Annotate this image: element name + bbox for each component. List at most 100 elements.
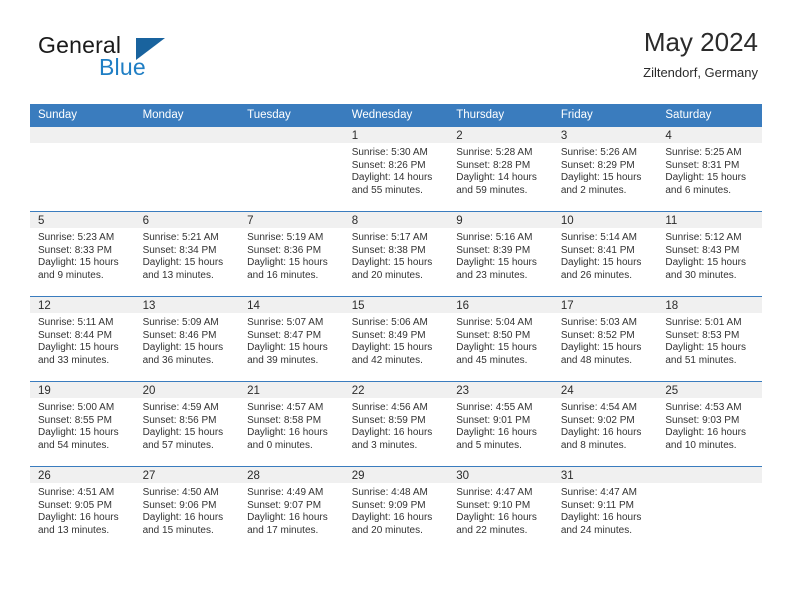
calendar-day-cell[interactable]: 5 Sunrise: 5:23 AM Sunset: 8:33 PM Daylight… xyxy=(30,212,135,296)
daylight-text: Daylight: 15 hours and 26 minutes. xyxy=(560,257,642,281)
sunrise-text: Sunrise: 5:12 AM xyxy=(665,232,742,243)
day-details: Sunrise: 5:25 AM Sunset: 8:31 PM Daylight:… xyxy=(657,143,762,197)
sunset-text: Sunset: 8:26 PM xyxy=(351,159,426,171)
sunrise-text: Sunrise: 5:21 AM xyxy=(142,232,219,243)
daylight-text: Daylight: 16 hours and 5 minutes. xyxy=(456,427,537,451)
calendar-day-cell[interactable]: 7 Sunrise: 5:19 AM Sunset: 8:36 PM Daylight… xyxy=(239,212,344,296)
day-details: Sunrise: 5:01 AM Sunset: 8:53 PM Daylight:… xyxy=(657,313,762,367)
calendar-day-cell[interactable]: 12 Sunrise: 5:11 AM Sunset: 8:44 PM Dayligh… xyxy=(30,297,135,381)
calendar-day-cell[interactable]: 13 Sunrise: 5:09 AM Sunset: 8:46 PM Dayligh… xyxy=(134,297,240,381)
calendar-day-cell[interactable]: 18 Sunrise: 5:01 AM Sunset: 8:53 PM Dayligh… xyxy=(657,297,762,381)
calendar-day-cell[interactable]: 6 Sunrise: 5:21 AM Sunset: 8:34 PM Daylight… xyxy=(134,212,240,296)
daylight-text: Daylight: 15 hours and 20 minutes. xyxy=(351,257,433,281)
daylight-text: Daylight: 15 hours and 36 minutes. xyxy=(142,342,224,366)
day-number: 8 xyxy=(343,212,449,228)
day-number: 9 xyxy=(448,212,553,228)
sunset-text: Sunset: 8:49 PM xyxy=(351,329,426,341)
calendar-week-row: 19 Sunrise: 5:00 AM Sunset: 8:55 PM Dayligh… xyxy=(30,382,762,466)
sunset-text: Sunset: 8:59 PM xyxy=(351,414,426,426)
sunset-text: Sunset: 8:44 PM xyxy=(38,329,112,341)
calendar-day-cell[interactable]: 21 Sunrise: 4:57 AM Sunset: 8:58 PM Dayligh… xyxy=(239,382,344,466)
day-details: Sunrise: 4:54 AM Sunset: 9:02 PM Daylight:… xyxy=(553,398,658,452)
daylight-text: Daylight: 16 hours and 8 minutes. xyxy=(560,427,642,451)
calendar-day-cell[interactable]: 19 Sunrise: 5:00 AM Sunset: 8:55 PM Dayligh… xyxy=(30,382,135,466)
sunrise-text: Sunrise: 4:54 AM xyxy=(560,402,637,413)
day-number: 13 xyxy=(134,297,240,313)
sunset-text: Sunset: 8:56 PM xyxy=(142,414,217,426)
sunset-text: Sunset: 8:33 PM xyxy=(38,244,112,256)
sunset-text: Sunset: 9:09 PM xyxy=(351,499,426,511)
calendar-day-cell[interactable]: 22 Sunrise: 4:56 AM Sunset: 8:59 PM Dayligh… xyxy=(343,382,449,466)
daylight-text: Daylight: 14 hours and 59 minutes. xyxy=(456,172,537,196)
daylight-text: Daylight: 15 hours and 42 minutes. xyxy=(351,342,433,366)
calendar-day-cell[interactable]: 26 Sunrise: 4:51 AM Sunset: 9:05 PM Dayligh… xyxy=(30,467,135,551)
calendar-day-cell-empty xyxy=(134,127,240,211)
day-details: Sunrise: 5:26 AM Sunset: 8:29 PM Daylight:… xyxy=(553,143,658,197)
sunset-text: Sunset: 8:29 PM xyxy=(560,159,635,171)
day-number: 16 xyxy=(448,297,553,313)
calendar-day-cell[interactable]: 15 Sunrise: 5:06 AM Sunset: 8:49 PM Dayligh… xyxy=(343,297,449,381)
day-details: Sunrise: 5:06 AM Sunset: 8:49 PM Daylight:… xyxy=(344,313,449,367)
calendar-day-cell[interactable]: 1 Sunrise: 5:30 AM Sunset: 8:26 PM Daylight… xyxy=(343,127,449,211)
sunrise-text: Sunrise: 4:53 AM xyxy=(665,402,742,413)
sunrise-text: Sunrise: 5:17 AM xyxy=(351,232,428,243)
sunset-text: Sunset: 8:55 PM xyxy=(38,414,112,426)
day-details: Sunrise: 4:53 AM Sunset: 9:03 PM Daylight:… xyxy=(657,398,762,452)
day-number: 18 xyxy=(657,297,762,313)
daylight-text: Daylight: 15 hours and 13 minutes. xyxy=(142,257,224,281)
calendar-day-cell[interactable]: 11 Sunrise: 5:12 AM Sunset: 8:43 PM Dayligh… xyxy=(657,212,762,296)
sunset-text: Sunset: 9:03 PM xyxy=(665,414,740,426)
daylight-text: Daylight: 16 hours and 0 minutes. xyxy=(247,427,328,451)
calendar-day-cell[interactable]: 23 Sunrise: 4:55 AM Sunset: 9:01 PM Dayligh… xyxy=(448,382,553,466)
weekday-header-tuesday: Tuesday xyxy=(239,104,344,126)
day-number: 26 xyxy=(30,467,135,483)
sunrise-text: Sunrise: 5:07 AM xyxy=(247,317,324,328)
day-details: Sunrise: 5:07 AM Sunset: 8:47 PM Daylight:… xyxy=(239,313,344,367)
sunset-text: Sunset: 8:31 PM xyxy=(665,159,740,171)
weekday-header-wednesday: Wednesday xyxy=(343,104,449,126)
calendar-day-cell-empty xyxy=(30,127,135,211)
calendar-day-cell[interactable]: 9 Sunrise: 5:16 AM Sunset: 8:39 PM Daylight… xyxy=(448,212,553,296)
daylight-text: Daylight: 16 hours and 13 minutes. xyxy=(38,512,119,536)
day-number: 19 xyxy=(30,382,135,398)
calendar-day-cell[interactable]: 27 Sunrise: 4:50 AM Sunset: 9:06 PM Dayligh… xyxy=(134,467,240,551)
calendar-day-cell[interactable]: 17 Sunrise: 5:03 AM Sunset: 8:52 PM Dayligh… xyxy=(552,297,658,381)
day-details: Sunrise: 5:30 AM Sunset: 8:26 PM Daylight:… xyxy=(344,143,449,197)
sunrise-text: Sunrise: 5:16 AM xyxy=(456,232,533,243)
day-details: Sunrise: 5:17 AM Sunset: 8:38 PM Daylight:… xyxy=(344,228,449,282)
calendar-day-cell[interactable]: 28 Sunrise: 4:49 AM Sunset: 9:07 PM Dayligh… xyxy=(239,467,344,551)
calendar-header-row: Sunday Monday Tuesday Wednesday Thursday Frid… xyxy=(30,104,762,126)
calendar-day-cell[interactable]: 30 Sunrise: 4:47 AM Sunset: 9:10 PM Dayligh… xyxy=(448,467,553,551)
calendar-day-cell[interactable]: 29 Sunrise: 4:48 AM Sunset: 9:09 PM Dayligh… xyxy=(343,467,449,551)
day-details: Sunrise: 5:23 AM Sunset: 8:33 PM Daylight:… xyxy=(30,228,135,282)
sunrise-text: Sunrise: 4:55 AM xyxy=(456,402,533,413)
daylight-text: Daylight: 15 hours and 33 minutes. xyxy=(38,342,119,366)
day-number: 12 xyxy=(30,297,135,313)
sunset-text: Sunset: 8:28 PM xyxy=(456,159,531,171)
day-number: 14 xyxy=(239,297,344,313)
calendar-day-cell[interactable]: 3 Sunrise: 5:26 AM Sunset: 8:29 PM Daylight… xyxy=(552,127,658,211)
day-number: 7 xyxy=(239,212,344,228)
brand-logo[interactable]: General Blue xyxy=(38,32,218,88)
calendar-week-row: 1 Sunrise: 5:30 AM Sunset: 8:26 PM Daylight… xyxy=(30,127,762,211)
daylight-text: Daylight: 15 hours and 48 minutes. xyxy=(560,342,642,366)
brand-name-secondary: Blue xyxy=(99,54,146,80)
calendar-day-cell[interactable]: 25 Sunrise: 4:53 AM Sunset: 9:03 PM Dayligh… xyxy=(657,382,762,466)
calendar-day-cell[interactable]: 14 Sunrise: 5:07 AM Sunset: 8:47 PM Dayligh… xyxy=(239,297,344,381)
sunset-text: Sunset: 9:07 PM xyxy=(247,499,322,511)
calendar-day-cell[interactable]: 4 Sunrise: 5:25 AM Sunset: 8:31 PM Daylight… xyxy=(657,127,762,211)
calendar-day-cell[interactable]: 31 Sunrise: 4:47 AM Sunset: 9:11 PM Dayligh… xyxy=(552,467,658,551)
calendar-day-cell[interactable]: 10 Sunrise: 5:14 AM Sunset: 8:41 PM Dayligh… xyxy=(552,212,658,296)
daylight-text: Daylight: 14 hours and 55 minutes. xyxy=(351,172,433,196)
weekday-header-saturday: Saturday xyxy=(657,104,762,126)
sunrise-text: Sunrise: 5:03 AM xyxy=(560,317,637,328)
calendar-day-cell[interactable]: 20 Sunrise: 4:59 AM Sunset: 8:56 PM Dayligh… xyxy=(134,382,240,466)
sunset-text: Sunset: 8:38 PM xyxy=(351,244,426,256)
sunset-text: Sunset: 8:53 PM xyxy=(665,329,740,341)
calendar-day-cell[interactable]: 16 Sunrise: 5:04 AM Sunset: 8:50 PM Dayligh… xyxy=(448,297,553,381)
calendar-day-cell[interactable]: 2 Sunrise: 5:28 AM Sunset: 8:28 PM Daylight… xyxy=(448,127,553,211)
daylight-text: Daylight: 15 hours and 23 minutes. xyxy=(456,257,537,281)
calendar-day-cell[interactable]: 24 Sunrise: 4:54 AM Sunset: 9:02 PM Dayligh… xyxy=(552,382,658,466)
calendar-day-cell[interactable]: 8 Sunrise: 5:17 AM Sunset: 8:38 PM Daylight… xyxy=(343,212,449,296)
day-number: 22 xyxy=(343,382,449,398)
